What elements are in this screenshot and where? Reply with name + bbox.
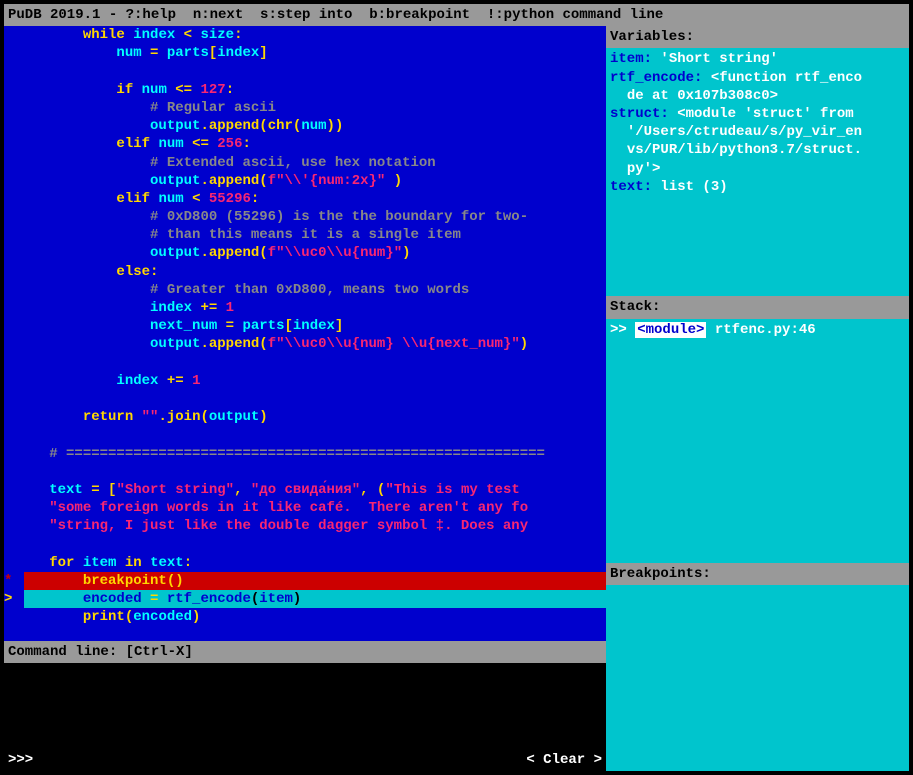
gutter xyxy=(4,554,24,572)
code-line[interactable]: index += 1 xyxy=(4,299,606,317)
gutter xyxy=(4,372,24,390)
code-line[interactable]: output.append(f"\\uc0\\u{num} \\u{next_n… xyxy=(4,335,606,353)
gutter xyxy=(4,26,24,44)
code-line[interactable]: else: xyxy=(4,263,606,281)
code-line[interactable]: elif num <= 256: xyxy=(4,135,606,153)
code-line[interactable] xyxy=(4,390,606,408)
code-line[interactable]: "string, I just like the double dagger s… xyxy=(4,517,606,535)
gutter xyxy=(4,335,24,353)
gutter xyxy=(4,99,24,117)
gutter xyxy=(4,190,24,208)
gutter xyxy=(4,244,24,262)
variables-panel: Variables: item: 'Short string'rtf_encod… xyxy=(606,26,909,296)
gutter xyxy=(4,299,24,317)
gutter xyxy=(4,535,24,553)
gutter xyxy=(4,63,24,81)
gutter xyxy=(4,44,24,62)
gutter xyxy=(4,408,24,426)
gutter xyxy=(4,445,24,463)
title-bar: PuDB 2019.1 - ?:help n:next s:step into … xyxy=(4,4,909,26)
console-prompt: >>> xyxy=(8,751,33,769)
code-line[interactable] xyxy=(4,535,606,553)
variables-list[interactable]: item: 'Short string'rtf_encode: <functio… xyxy=(606,48,909,296)
code-line[interactable]: # Greater than 0xD800, means two words xyxy=(4,281,606,299)
stack-frame[interactable]: >> <module> rtfenc.py:46 xyxy=(610,321,905,339)
code-line[interactable]: elif num < 55296: xyxy=(4,190,606,208)
code-line[interactable]: # Extended ascii, use hex notation xyxy=(4,154,606,172)
code-line[interactable]: while index < size: xyxy=(4,26,606,44)
clear-button[interactable]: < Clear > xyxy=(526,751,602,769)
code-line[interactable]: "some foreign words in it like café. The… xyxy=(4,499,606,517)
code-line[interactable]: for item in text: xyxy=(4,554,606,572)
pudb-window: PuDB 2019.1 - ?:help n:next s:step into … xyxy=(0,0,913,775)
command-line-label: Command line: [Ctrl-X] xyxy=(4,641,606,663)
source-code[interactable]: while index < size: num = parts[index] i… xyxy=(4,26,606,641)
breakpoints-list[interactable] xyxy=(606,585,909,771)
gutter xyxy=(4,117,24,135)
code-line[interactable]: return "".join(output) xyxy=(4,408,606,426)
code-line[interactable]: # than this means it is a single item xyxy=(4,226,606,244)
code-line[interactable]: # Regular ascii xyxy=(4,99,606,117)
code-panel: while index < size: num = parts[index] i… xyxy=(4,26,606,771)
code-line[interactable]: # 0xD800 (55296) is the the boundary for… xyxy=(4,208,606,226)
gutter xyxy=(4,517,24,535)
code-line[interactable] xyxy=(4,463,606,481)
code-line[interactable]: print(encoded) xyxy=(4,608,606,626)
console[interactable]: >>> < Clear > xyxy=(4,663,606,771)
stack-list[interactable]: >> <module> rtfenc.py:46 xyxy=(606,319,909,563)
gutter xyxy=(4,208,24,226)
code-line[interactable] xyxy=(4,426,606,444)
gutter xyxy=(4,463,24,481)
gutter xyxy=(4,172,24,190)
variables-header: Variables: xyxy=(606,26,909,48)
code-line[interactable]: output.append(chr(num)) xyxy=(4,117,606,135)
gutter xyxy=(4,426,24,444)
gutter xyxy=(4,81,24,99)
gutter xyxy=(4,390,24,408)
variable-entry[interactable]: rtf_encode: <function rtf_enco de at 0x1… xyxy=(610,69,905,105)
variable-entry[interactable]: text: list (3) xyxy=(610,178,905,196)
code-line[interactable]: num = parts[index] xyxy=(4,44,606,62)
gutter xyxy=(4,281,24,299)
stack-panel: Stack: >> <module> rtfenc.py:46 xyxy=(606,296,909,562)
gutter: * xyxy=(4,572,24,590)
code-line[interactable]: * breakpoint() xyxy=(4,572,606,590)
breakpoints-header: Breakpoints: xyxy=(606,563,909,585)
gutter xyxy=(4,354,24,372)
code-line[interactable]: if num <= 127: xyxy=(4,81,606,99)
gutter xyxy=(4,263,24,281)
stack-header: Stack: xyxy=(606,296,909,318)
gutter: > xyxy=(4,590,24,608)
gutter xyxy=(4,226,24,244)
code-line[interactable]: output.append(f"\\'{num:2x}" ) xyxy=(4,172,606,190)
code-line[interactable]: > encoded = rtf_encode(item) xyxy=(4,590,606,608)
code-line[interactable]: text = ["Short string", "до свида́ния", … xyxy=(4,481,606,499)
breakpoints-panel: Breakpoints: xyxy=(606,563,909,771)
gutter xyxy=(4,317,24,335)
gutter xyxy=(4,499,24,517)
code-line[interactable]: index += 1 xyxy=(4,372,606,390)
gutter xyxy=(4,135,24,153)
code-line[interactable]: next_num = parts[index] xyxy=(4,317,606,335)
gutter xyxy=(4,608,24,626)
code-line[interactable]: output.append(f"\\uc0\\u{num}") xyxy=(4,244,606,262)
variable-entry[interactable]: struct: <module 'struct' from '/Users/ct… xyxy=(610,105,905,178)
code-line[interactable] xyxy=(4,63,606,81)
variable-entry[interactable]: item: 'Short string' xyxy=(610,50,905,68)
code-line[interactable] xyxy=(4,354,606,372)
gutter xyxy=(4,154,24,172)
main-layout: while index < size: num = parts[index] i… xyxy=(4,26,909,771)
code-line[interactable]: # ======================================… xyxy=(4,445,606,463)
right-panel: Variables: item: 'Short string'rtf_encod… xyxy=(606,26,909,771)
gutter xyxy=(4,481,24,499)
